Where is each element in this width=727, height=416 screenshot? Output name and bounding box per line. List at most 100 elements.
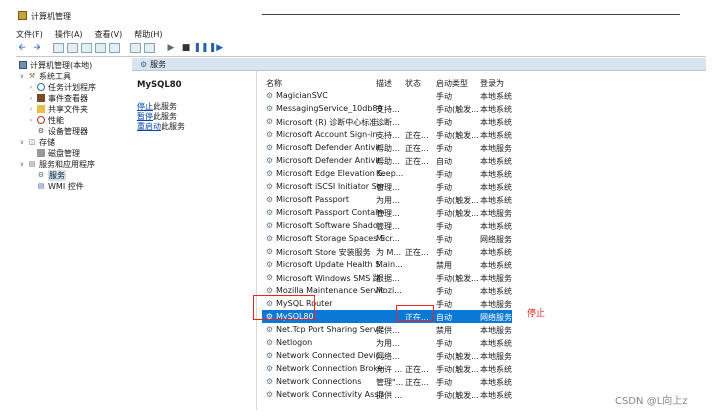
- tree-root[interactable]: 计算机管理(本地): [19, 60, 92, 70]
- restart-service-action: 重启动此服务: [137, 122, 185, 131]
- pause-service-link[interactable]: 暂停: [137, 112, 153, 121]
- service-logon-as: 本地系统: [480, 183, 512, 192]
- column-header-logon-as[interactable]: 登录为: [480, 78, 504, 89]
- tree-event-viewer[interactable]: › 事件查看器: [28, 93, 88, 103]
- service-name: Mozilla Maintenance Service: [276, 286, 384, 295]
- service-logon-as: 本地系统: [480, 287, 512, 296]
- service-name: Network Connected Devic...: [276, 351, 384, 360]
- service-name: Microsoft Store 安装服务: [276, 248, 371, 257]
- service-row[interactable]: ⚙ MessagingService_10db89 支持... 手动(触发... 本地系…: [262, 102, 512, 115]
- export-icon[interactable]: [109, 43, 120, 53]
- menu-bar: 文件(F) 操作(A) 查看(V) 帮助(H): [16, 29, 163, 41]
- tree-system-tools[interactable]: ∨ ⚒ 系统工具: [19, 71, 71, 81]
- service-description: 根据...: [376, 274, 400, 283]
- tree-wmi[interactable]: ▤ WMI 控件: [28, 181, 84, 191]
- service-gear-icon: ⚙: [265, 208, 274, 217]
- properties-icon[interactable]: [81, 43, 92, 53]
- service-startup-type: 手动: [436, 339, 452, 348]
- service-gear-icon: ⚙: [265, 143, 274, 152]
- tree-storage[interactable]: ∨ ◫ 存储: [19, 137, 55, 147]
- disk-icon: [37, 149, 45, 157]
- tree-task-scheduler[interactable]: › 任务计划程序: [28, 82, 96, 92]
- service-status: 正在...: [405, 144, 429, 153]
- service-row[interactable]: ⚙ Microsoft Passport Container 管理... 手动(触发.…: [262, 206, 512, 219]
- expand-icon[interactable]: ›: [28, 95, 34, 102]
- pause-icon[interactable]: ❚❚: [193, 43, 208, 54]
- service-row[interactable]: ⚙ Microsoft iSCSI Initiator Ser... 管理... 手动…: [262, 180, 512, 193]
- service-description: 为 M...: [376, 248, 402, 257]
- console-icon[interactable]: [144, 43, 155, 53]
- forward-icon[interactable]: 🡪: [31, 43, 43, 54]
- service-startup-type: 手动(触发...: [436, 391, 478, 400]
- tree-device-manager[interactable]: ⚙ 设备管理器: [28, 126, 88, 136]
- stop-service-link[interactable]: 停止: [137, 102, 153, 111]
- menu-help[interactable]: 帮助(H): [134, 29, 162, 41]
- service-status: 正在...: [405, 157, 429, 166]
- service-logon-as: 本地服务: [480, 352, 512, 361]
- service-row[interactable]: ⚙ Microsoft Software Shado... 管理... 手动 本地系统: [262, 219, 512, 232]
- collapse-icon[interactable]: ∨: [19, 161, 25, 168]
- expand-icon[interactable]: ›: [28, 106, 34, 113]
- column-header-description[interactable]: 描述: [376, 78, 392, 89]
- service-startup-type: 手动(触发...: [436, 352, 478, 361]
- service-name: Microsoft Passport: [276, 195, 350, 204]
- stop-icon[interactable]: ■: [180, 43, 192, 54]
- help-icon[interactable]: [95, 43, 106, 53]
- computer-management-app-icon: [18, 11, 27, 20]
- expand-icon[interactable]: ›: [28, 84, 34, 91]
- column-header-name[interactable]: 名称: [266, 78, 282, 89]
- show-hide-tree-icon[interactable]: [67, 43, 78, 53]
- expand-icon[interactable]: ›: [28, 117, 34, 124]
- console-tree: 计算机管理(本地) ∨ ⚒ 系统工具 › 任务计划程序 › 事件查看器 › 共享…: [16, 58, 133, 410]
- service-logon-as: 本地系统: [480, 157, 512, 166]
- tree-shared-folders[interactable]: › 共享文件夹: [28, 104, 88, 114]
- restart-service-link[interactable]: 重启动: [137, 122, 161, 131]
- service-row[interactable]: ⚙ Network Connection Broker 允许 ... 正在... 手动(…: [262, 362, 512, 375]
- service-startup-type: 禁用: [436, 326, 452, 335]
- menu-file[interactable]: 文件(F): [16, 29, 43, 41]
- view-icon[interactable]: [130, 43, 141, 53]
- tree-services[interactable]: ⚙ 服务: [28, 169, 66, 181]
- service-logon-as: 本地服务: [480, 326, 512, 335]
- service-logon-as: 本地服务: [480, 144, 512, 153]
- service-row[interactable]: ⚙ MagicianSVC 手动 本地系统: [262, 89, 512, 102]
- service-gear-icon: ⚙: [265, 325, 274, 334]
- collapse-icon[interactable]: ∨: [19, 73, 25, 80]
- column-header-status[interactable]: 状态: [405, 78, 421, 89]
- service-logon-as: 本地系统: [480, 391, 512, 400]
- service-description: Micr...: [376, 234, 400, 243]
- service-row[interactable]: ⚙ Microsoft Windows SMS 路... 根据... 手动(触发...…: [262, 271, 512, 284]
- up-folder-icon[interactable]: [53, 43, 64, 53]
- service-row[interactable]: ⚙ Netlogon 为用... 手动 本地系统: [262, 336, 512, 349]
- service-row[interactable]: ⚙ Network Connections 管理"... 正在... 手动 本地系统: [262, 375, 512, 388]
- service-row[interactable]: ⚙ Microsoft Defender Antivir... 帮助... 正在...…: [262, 141, 512, 154]
- service-gear-icon: ⚙: [265, 195, 274, 204]
- service-name: Microsoft Windows SMS 路...: [276, 274, 384, 283]
- play-icon[interactable]: ▶: [165, 43, 177, 54]
- storage-icon: ◫: [28, 137, 36, 146]
- column-header-startup-type[interactable]: 启动类型: [436, 78, 468, 89]
- service-startup-type: 手动: [436, 378, 452, 387]
- menu-view[interactable]: 查看(V): [95, 29, 123, 41]
- menu-action[interactable]: 操作(A): [55, 29, 83, 41]
- tree-disk-management[interactable]: 磁盘管理: [28, 148, 80, 158]
- tree-performance[interactable]: › 性能: [28, 115, 64, 125]
- service-row[interactable]: ⚙ Microsoft Account Sign-in ... 支持... 正在...…: [262, 128, 512, 141]
- service-name: Microsoft Storage Spaces S...: [276, 234, 384, 243]
- service-row[interactable]: ⚙ Net.Tcp Port Sharing Service 提供... 禁用 本地服务: [262, 323, 512, 336]
- service-row[interactable]: ⚙ Network Connected Devic... 网络... 手动(触发...…: [262, 349, 512, 362]
- service-row[interactable]: ⚙ Microsoft Passport 为用... 手动(触发... 本地系统: [262, 193, 512, 206]
- service-row[interactable]: ⚙ Microsoft Edge Elevation S... Keep... 手动 本…: [262, 167, 512, 180]
- tree-services-and-apps[interactable]: ∨ ▤ 服务和应用程序: [19, 159, 95, 169]
- back-icon[interactable]: 🡨: [16, 43, 28, 54]
- restart-icon[interactable]: ❚▶: [209, 43, 223, 54]
- service-row[interactable]: ⚙ Microsoft (R) 诊断中心标准... 诊断... 手动 本地系统: [262, 115, 512, 128]
- service-row[interactable]: ⚙ Microsoft Defender Antivir... 帮助... 正在...…: [262, 154, 512, 167]
- service-row[interactable]: ⚙ Microsoft Storage Spaces S... Micr... 手动 网…: [262, 232, 512, 245]
- service-name: Microsoft Defender Antivir...: [276, 156, 384, 165]
- service-row[interactable]: ⚙ Microsoft Store 安装服务为 M... 正在... 手动 本地系统: [262, 245, 512, 258]
- collapse-icon[interactable]: ∨: [19, 139, 25, 146]
- service-row[interactable]: ⚙ Network Connectivity Assis... 提供 ... 手动(触…: [262, 388, 512, 401]
- service-description: 管理...: [376, 183, 400, 192]
- service-row[interactable]: ⚙ Microsoft Update Health S... Main... 禁用 本地…: [262, 258, 512, 271]
